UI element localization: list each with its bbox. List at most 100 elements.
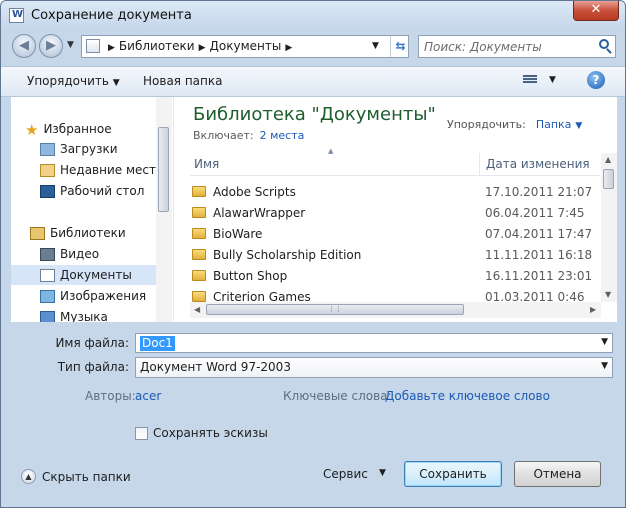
authors-value[interactable]: acer — [135, 389, 161, 403]
column-headers: Имя ▲ Дата изменения — [190, 147, 600, 176]
file-date: 11.11.2011 16:18 — [485, 248, 593, 262]
column-header-name[interactable]: Имя — [194, 157, 219, 171]
help-icon[interactable]: ? — [587, 71, 605, 89]
downloads-icon — [40, 143, 55, 156]
scroll-left-icon[interactable]: ◀ — [194, 305, 200, 314]
folder-icon — [192, 270, 206, 281]
breadcrumb-arrow-icon[interactable]: ▶ — [104, 43, 119, 53]
sidebar-item-recent-places[interactable]: Недавние места — [40, 160, 163, 180]
list-item[interactable]: Button Shop 16.11.2011 23:01 — [190, 266, 600, 287]
filetype-select[interactable]: Документ Word 97-2003 ▼ — [135, 357, 613, 378]
tools-button[interactable]: Сервис — [323, 467, 368, 481]
list-item[interactable]: AlawarWrapper 06.04.2011 7:45 — [190, 203, 600, 224]
forward-button[interactable]: ▶ — [39, 34, 63, 58]
history-dropdown-icon[interactable]: ▼ — [67, 40, 74, 50]
refresh-icon[interactable]: ⇆ — [390, 36, 410, 57]
crumb-documents[interactable]: Документы — [210, 39, 282, 53]
documents-icon — [40, 269, 55, 282]
file-name: Bully Scholarship Edition — [213, 248, 362, 262]
scrollbar-thumb[interactable] — [603, 169, 614, 189]
navigation-scrollbar[interactable] — [156, 97, 172, 322]
sidebar-item-documents[interactable]: Документы — [11, 265, 156, 285]
view-options-icon[interactable] — [523, 74, 537, 86]
list-item[interactable]: BioWare 07.04.2011 17:47 — [190, 224, 600, 245]
includes-label: Включает: — [193, 129, 254, 142]
includes-locations-link[interactable]: 2 места — [260, 129, 305, 142]
address-dropdown-icon[interactable]: ▼ — [372, 41, 379, 51]
sort-ascending-icon: ▲ — [328, 147, 334, 155]
save-thumbnails-label[interactable]: Сохранять эскизы — [153, 426, 268, 440]
sidebar-item-label: Рабочий стол — [60, 184, 145, 198]
folder-icon — [192, 207, 206, 218]
breadcrumb-arrow-icon[interactable]: ▶ — [281, 43, 296, 53]
list-item[interactable]: Criterion Games 01.03.2011 0:46 — [190, 287, 600, 302]
scroll-down-icon[interactable]: ▼ — [605, 290, 611, 299]
organize-label: Упорядочить — [27, 74, 109, 88]
hide-folders-button[interactable]: Скрыть папки — [42, 470, 131, 484]
file-date: 01.03.2011 0:46 — [485, 290, 585, 302]
location-icon — [86, 39, 100, 53]
back-button[interactable]: ◀ — [12, 34, 36, 58]
chevron-down-icon[interactable]: ▼ — [601, 361, 608, 371]
arrange-value-link[interactable]: Папка — [536, 118, 572, 131]
crumb-libraries[interactable]: Библиотеки — [119, 39, 195, 53]
address-bar[interactable]: ▶ Библиотеки ▶ Документы ▶ ▼ ⇆ — [81, 35, 409, 58]
collapse-up-icon[interactable]: ▲ — [21, 469, 36, 484]
filetype-label: Тип файла: — [57, 360, 129, 374]
toolbar: Упорядочить ▼ Новая папка ▼ ? — [1, 66, 625, 97]
breadcrumb-arrow-icon[interactable]: ▶ — [195, 43, 210, 53]
keywords-label: Ключевые слова: — [283, 389, 392, 403]
save-button[interactable]: Сохранить — [404, 461, 502, 487]
chevron-down-icon: ▼ — [112, 78, 120, 88]
word-app-icon — [9, 8, 24, 23]
file-date: 07.04.2011 17:47 — [485, 227, 593, 241]
scrollbar-thumb[interactable] — [158, 127, 169, 212]
sidebar-item-label: Загрузки — [60, 142, 118, 156]
folder-icon — [192, 228, 206, 239]
sidebar-item-pictures[interactable]: Изображения — [40, 286, 146, 306]
sidebar-item-desktop[interactable]: Рабочий стол — [40, 181, 144, 201]
sidebar-item-video[interactable]: Видео — [40, 244, 99, 264]
filename-label: Имя файла: — [55, 336, 129, 350]
chevron-down-icon[interactable]: ▼ — [379, 468, 386, 478]
filename-input[interactable]: Doc1 — [140, 336, 175, 351]
search-input[interactable] — [422, 38, 596, 56]
sidebar-item-favorites[interactable]: ★ Избранное — [25, 119, 112, 139]
organize-button[interactable]: Упорядочить ▼ — [27, 74, 120, 88]
keywords-value[interactable]: Добавьте ключевое слово — [385, 389, 550, 403]
sidebar-item-label: Музыка — [60, 310, 108, 322]
chevron-down-icon[interactable]: ▼ — [601, 337, 608, 347]
pictures-icon — [40, 290, 55, 303]
sidebar-item-label: Недавние места — [60, 163, 164, 177]
scroll-right-icon[interactable]: ▶ — [590, 305, 596, 314]
sidebar-item-label: Избранное — [43, 122, 112, 136]
search-icon[interactable] — [599, 39, 609, 49]
column-header-date[interactable]: Дата изменения — [479, 153, 606, 175]
file-date: 17.10.2011 21:07 — [485, 185, 593, 199]
sidebar-item-label: Изображения — [60, 289, 147, 303]
file-list-vertical-scrollbar[interactable]: ▲ ▼ — [601, 153, 617, 302]
scroll-up-icon[interactable]: ▲ — [605, 155, 611, 164]
library-title: Библиотека "Документы" — [193, 104, 436, 125]
sidebar-item-label: Документы — [60, 268, 132, 282]
file-date: 16.11.2011 23:01 — [485, 269, 593, 283]
file-name: Button Shop — [213, 269, 288, 283]
list-item[interactable]: Adobe Scripts 17.10.2011 21:07 — [190, 182, 600, 203]
star-icon: ★ — [25, 120, 39, 139]
chevron-down-icon[interactable]: ▼ — [575, 121, 582, 131]
scrollbar-thumb[interactable]: ⋮⋮ — [206, 304, 464, 315]
list-item[interactable]: Bully Scholarship Edition 11.11.2011 16:1… — [190, 245, 600, 266]
save-dialog: Сохранение документа ✕ ◀ ▶ ▼ ▶Библиотеки… — [0, 0, 626, 508]
cancel-button[interactable]: Отмена — [514, 461, 601, 487]
sidebar-item-libraries[interactable]: Библиотеки — [30, 223, 126, 243]
search-box[interactable] — [418, 35, 616, 58]
sidebar-item-downloads[interactable]: Загрузки — [40, 139, 118, 159]
new-folder-button[interactable]: Новая папка — [143, 74, 222, 88]
folder-icon — [192, 249, 206, 260]
close-button[interactable]: ✕ — [573, 1, 619, 21]
file-list-horizontal-scrollbar[interactable]: ◀ ⋮⋮ ▶ — [190, 302, 601, 318]
filename-combobox[interactable]: Doc1 ▼ — [135, 333, 613, 353]
save-thumbnails-checkbox[interactable] — [135, 427, 148, 440]
sidebar-item-music[interactable]: Музыка — [40, 307, 108, 322]
view-dropdown-icon[interactable]: ▼ — [549, 75, 556, 85]
